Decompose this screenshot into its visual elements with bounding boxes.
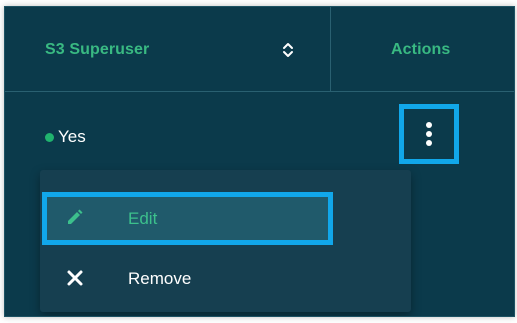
table-panel: S3 Superuser Actions Yes Edit Remove: [4, 6, 515, 317]
status-dot-icon: [45, 132, 54, 142]
pencil-icon: [68, 209, 83, 224]
status-text: Yes: [58, 127, 86, 146]
column-title-superuser: S3 Superuser: [45, 41, 150, 58]
menu-item-edit-label: Edit: [128, 209, 158, 228]
menu-item-remove-label: Remove: [128, 269, 192, 288]
table-header: S3 Superuser Actions: [5, 7, 514, 92]
close-icon: [67, 270, 83, 286]
status-cell: Yes: [45, 125, 86, 149]
row-actions-button[interactable]: [399, 104, 459, 164]
sort-up-down-icon[interactable]: [281, 41, 295, 59]
menu-item-edit[interactable]: Edit: [40, 192, 411, 248]
column-title-actions: Actions: [391, 41, 451, 58]
kebab-vertical-icon: [426, 122, 432, 146]
actions-dropdown-menu: Edit Remove: [40, 170, 411, 312]
column-header-superuser[interactable]: S3 Superuser: [5, 7, 331, 91]
screenshot-frame: S3 Superuser Actions Yes Edit Remove: [0, 0, 517, 323]
column-header-actions: Actions: [331, 7, 514, 91]
menu-item-remove[interactable]: Remove: [40, 252, 411, 308]
